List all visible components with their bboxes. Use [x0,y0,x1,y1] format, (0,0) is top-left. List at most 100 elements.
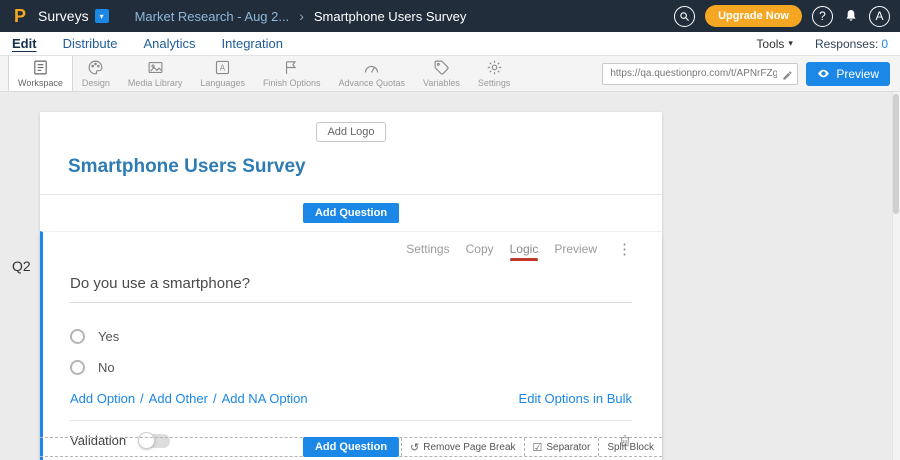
link-separator: / [140,391,144,406]
question-menu-preview[interactable]: Preview [554,242,597,256]
questionpro-logo[interactable]: P [10,6,30,27]
breadcrumb: Market Research - Aug 2... › Smartphone … [135,8,467,24]
radio-button[interactable] [70,360,85,375]
question-menu-settings[interactable]: Settings [406,242,449,256]
nav-right: Tools ▾ Responses:0 [756,37,888,51]
responses-count: 0 [881,37,888,51]
page-break-row: Add Question ↺ Remove Page Break ☑ Separ… [40,437,662,457]
add-option-link[interactable]: Add Option [70,391,135,406]
toolbar-item-label: Languages [200,78,245,88]
account-avatar[interactable]: A [869,6,890,27]
top-header: P Surveys ▾ Market Research - Aug 2... ›… [0,0,900,32]
edit-options-in-bulk-link[interactable]: Edit Options in Bulk [519,391,632,406]
survey-url-input[interactable] [602,63,798,85]
question-menu-logic[interactable]: Logic [510,242,539,261]
toolbar-right: Preview [602,56,892,91]
edit-url-button[interactable] [782,68,793,86]
tab-edit[interactable]: Edit [12,36,37,51]
link-separator: / [213,391,217,406]
primary-nav: Edit Distribute Analytics Integration To… [0,32,900,56]
remove-page-break-label: Remove Page Break [423,442,515,453]
add-na-option-link[interactable]: Add NA Option [222,391,308,406]
survey-toolbar: Workspace Design Media Library A Languag… [0,56,900,92]
language-icon: A [214,59,231,76]
answer-options: Yes No [70,329,632,375]
split-block-label: Split Block [607,442,654,453]
search-icon [679,11,690,22]
tab-analytics[interactable]: Analytics [143,36,195,51]
preview-label: Preview [836,67,879,81]
surveys-menu[interactable]: Surveys ▾ [38,8,109,24]
breadcrumb-folder[interactable]: Market Research - Aug 2... [135,9,290,24]
separator-button[interactable]: ☑ Separator [524,438,599,456]
add-question-row: Add Question [40,195,662,231]
tools-menu[interactable]: Tools ▾ [756,37,793,51]
scrollbar-thumb[interactable] [893,94,899,214]
add-question-button-bottom[interactable]: Add Question [303,437,399,457]
toolbar-item-label: Workspace [18,78,63,88]
image-icon [147,59,164,76]
toolbar-item-languages[interactable]: A Languages [191,56,254,91]
toolbar-item-advance-quotas[interactable]: Advance Quotas [329,56,414,91]
toolbar-item-finish-options[interactable]: Finish Options [254,56,330,91]
question-menu: Settings Copy Logic Preview ⋮ [70,242,632,261]
toolbar-item-label: Media Library [128,78,183,88]
toolbar-item-label: Finish Options [263,78,321,88]
vertical-scrollbar[interactable] [892,92,900,460]
answer-option-row: No [70,360,632,375]
tools-label: Tools [756,37,784,51]
toolbar-item-media-library[interactable]: Media Library [119,56,192,91]
question-number: Q2 [12,258,31,274]
responses-counter[interactable]: Responses:0 [815,37,888,51]
toolbar-item-design[interactable]: Design [73,56,119,91]
add-other-link[interactable]: Add Other [149,391,208,406]
toolbar-item-settings[interactable]: Settings [469,56,520,91]
gauge-icon [363,59,380,76]
bell-icon [843,8,859,24]
toolbar-item-label: Design [82,78,110,88]
svg-text:A: A [220,63,226,72]
toolbar-item-variables[interactable]: Variables [414,56,469,91]
option-label[interactable]: No [98,360,115,375]
avatar-letter: A [875,9,883,23]
search-button[interactable] [674,6,695,27]
survey-url-box [602,63,798,85]
tab-distribute[interactable]: Distribute [63,36,118,51]
tag-icon [433,59,450,76]
separator-label: Separator [546,442,590,453]
add-question-button[interactable]: Add Question [303,203,399,223]
option-actions-row: Add Option / Add Other / Add NA Option E… [70,391,632,406]
radio-button[interactable] [70,329,85,344]
toolbar-item-workspace[interactable]: Workspace [8,56,73,91]
survey-card: Add Logo Smartphone Users Survey Add Que… [40,112,662,460]
add-logo-button[interactable]: Add Logo [316,122,385,142]
question-block: Settings Copy Logic Preview ⋮ Do you use… [40,231,662,460]
answer-option-row: Yes [70,329,632,344]
checkbox-icon: ☑ [533,441,543,454]
block-controls: ↺ Remove Page Break ☑ Separator Split Bl… [401,438,662,456]
preview-button[interactable]: Preview [806,62,890,86]
option-label[interactable]: Yes [98,329,119,344]
upgrade-now-button[interactable]: Upgrade Now [705,5,802,27]
question-text-input[interactable]: Do you use a smartphone? [70,275,632,303]
palette-icon [87,59,104,76]
help-button[interactable]: ? [812,6,833,27]
survey-title[interactable]: Smartphone Users Survey [40,144,662,194]
undo-icon: ↺ [410,441,419,454]
breadcrumb-current: Smartphone Users Survey [314,9,466,24]
toolbar-item-label: Settings [478,78,511,88]
notifications-button[interactable] [843,8,859,24]
editor-canvas: Q2 Add Logo Smartphone Users Survey Add … [0,92,900,460]
flag-icon [283,59,300,76]
add-logo-row: Add Logo [40,112,662,144]
more-options-icon[interactable]: ⋮ [617,242,632,257]
question-menu-copy[interactable]: Copy [466,242,494,256]
tab-integration[interactable]: Integration [222,36,283,51]
responses-label: Responses: [815,37,878,51]
split-block-button[interactable]: Split Block [598,438,662,456]
chevron-down-icon: ▾ [788,38,793,49]
breadcrumb-separator-icon: › [299,8,304,24]
remove-page-break-button[interactable]: ↺ Remove Page Break [401,438,524,456]
gear-icon [486,59,503,76]
toolbar-item-label: Variables [423,78,460,88]
